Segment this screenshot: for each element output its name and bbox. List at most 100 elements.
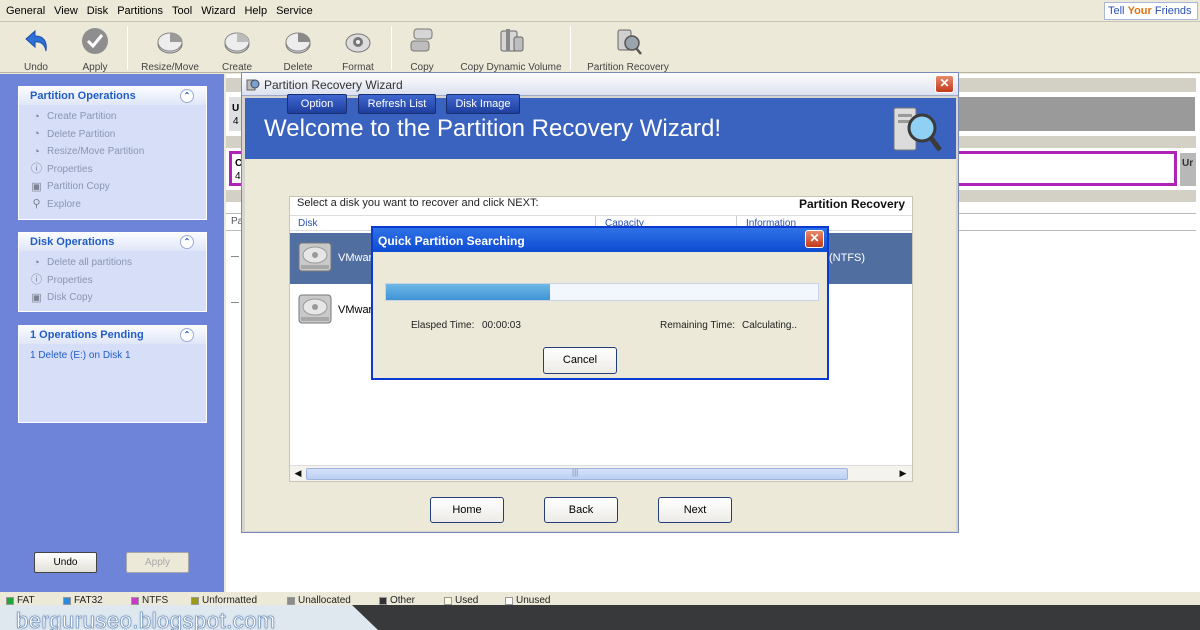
scrollbar-thumb[interactable]: ||| <box>306 468 848 480</box>
disk-label-number: 4 <box>235 171 241 182</box>
partition-operations-panel: Partition Operations ⌃ ◔ Create Partition … <box>18 86 207 220</box>
quick-partition-searching-dialog: Quick Partition Searching ✕ Elasped Time… <box>371 226 829 380</box>
disk-operations-panel: Disk Operations ⌃ ◔ Delete all partitions … <box>18 232 207 312</box>
home-button[interactable]: Home <box>430 497 504 523</box>
remaining-time-label: Remaining Time: <box>660 320 736 331</box>
next-button[interactable]: Next <box>658 497 732 523</box>
format-button[interactable]: Format <box>338 27 378 73</box>
option-button[interactable]: Option <box>287 94 347 114</box>
copy-button[interactable]: Copy <box>402 27 442 73</box>
partition-copy-label: Partition Copy <box>47 181 110 193</box>
menu-bar: General View Disk Partitions Tool Wizard… <box>0 0 1200 22</box>
pending-operations-header[interactable]: 1 Operations Pending ⌃ <box>19 326 206 344</box>
undo-label: Undo <box>24 62 48 73</box>
disk-operations-header[interactable]: Disk Operations ⌃ <box>19 233 206 251</box>
tell-your-friends-link[interactable]: Tell Your Friends <box>1104 2 1198 20</box>
menu-help[interactable]: Help <box>244 5 267 17</box>
legend-swatch <box>131 596 139 605</box>
unallocated-cell[interactable]: Ur <box>1180 153 1196 186</box>
disk-copy-label: Disk Copy <box>47 292 93 304</box>
tree-line <box>231 302 239 303</box>
partition-recovery-button[interactable]: Partition Recovery <box>584 27 672 73</box>
toolbar-separator <box>570 26 571 70</box>
hard-disk-icon <box>298 242 332 272</box>
menu-disk[interactable]: Disk <box>87 5 108 17</box>
explore-item[interactable]: ⚲ Explore <box>19 196 206 214</box>
refresh-list-button[interactable]: Refresh List <box>358 94 436 114</box>
undo-button-left[interactable]: Undo <box>34 552 97 573</box>
recovery-magnifier-icon <box>893 107 942 152</box>
menu-tool[interactable]: Tool <box>172 5 192 17</box>
collapse-chevron-icon[interactable]: ⌃ <box>180 89 194 103</box>
delete-all-partitions-label: Delete all partitions <box>47 257 133 269</box>
collapse-chevron-icon[interactable]: ⌃ <box>180 328 194 342</box>
scroll-left-arrow-icon[interactable]: ◀ <box>291 468 305 480</box>
scroll-right-arrow-icon[interactable]: ▶ <box>896 468 910 480</box>
copy-icon: ▣ <box>31 291 42 304</box>
ntfs-partition-bar[interactable] <box>955 151 1177 186</box>
column-disk[interactable]: Disk <box>298 218 317 229</box>
partition-recovery-icon <box>617 29 642 55</box>
resize-move-partition-item[interactable]: ◔ Resize/Move Partition <box>19 143 206 161</box>
disk-image-button[interactable]: Disk Image <box>446 94 520 114</box>
partition-operations-header[interactable]: Partition Operations ⌃ <box>19 87 206 105</box>
create-partition-label: Create Partition <box>47 111 117 123</box>
search-dialog-close-button[interactable]: ✕ <box>805 230 824 248</box>
menu-partitions[interactable]: Partitions <box>117 5 163 17</box>
toolbar-separator <box>127 26 128 70</box>
disk-properties-item[interactable]: ⓘ Properties <box>19 272 206 290</box>
collapse-chevron-icon[interactable]: ⌃ <box>180 235 194 249</box>
wizard-app-icon <box>246 79 260 91</box>
disk-copy-item[interactable]: ▣ Disk Copy <box>19 289 206 307</box>
disk-icon: ◔ <box>33 110 40 123</box>
delete-all-partitions-item[interactable]: ◔ Delete all partitions <box>19 254 206 272</box>
horizontal-scrollbar[interactable]: ◀ ||| ▶ <box>290 465 912 481</box>
undo-button[interactable]: Undo <box>16 27 56 73</box>
legend-swatch <box>444 596 452 605</box>
disk-delete-icon <box>285 32 311 54</box>
menu-view[interactable]: View <box>54 5 78 17</box>
wizard-header: Welcome to the Partition Recovery Wizard… <box>245 98 956 159</box>
tree-line <box>231 256 239 257</box>
legend-swatch <box>379 596 387 605</box>
toolbar: Undo Apply Resize/Move Create Delete For… <box>0 22 1200 73</box>
wizard-title: Partition Recovery Wizard <box>264 78 403 92</box>
apply-label: Apply <box>82 62 108 73</box>
disk-row-name: VMwar <box>338 304 373 316</box>
disk-label-number: 4 <box>233 116 239 127</box>
apply-button[interactable]: Apply <box>75 27 115 73</box>
delete-partition-label: Delete Partition <box>47 128 116 140</box>
partition-copy-item[interactable]: ▣ Partition Copy <box>19 178 206 196</box>
search-progress-bar <box>385 283 819 301</box>
pending-operation-item[interactable]: 1 Delete (E:) on Disk 1 <box>19 344 206 361</box>
resize-move-label: Resize/Move <box>141 62 199 73</box>
legend-swatch <box>6 596 14 605</box>
menu-service[interactable]: Service <box>276 5 313 17</box>
menu-general[interactable]: General <box>6 5 45 17</box>
delete-button[interactable]: Delete <box>278 27 318 73</box>
apply-button-left[interactable]: Apply <box>126 552 189 573</box>
remaining-time-value: Calculating.. <box>742 320 798 331</box>
blog-banner: berguruseo.blogspot.com <box>0 605 1200 630</box>
wizard-heading: Welcome to the Partition Recovery Wizard… <box>264 115 722 142</box>
menu-wizard[interactable]: Wizard <box>201 5 235 17</box>
disk-label-u: U <box>232 103 240 114</box>
create-button[interactable]: Create <box>217 27 257 73</box>
delete-partition-item[interactable]: ◔ Delete Partition <box>19 126 206 144</box>
legend-swatch <box>63 596 71 605</box>
copy-dynamic-volume-button[interactable]: Copy Dynamic Volume <box>459 27 563 73</box>
unallocated-region[interactable] <box>955 97 1195 131</box>
resize-move-button[interactable]: Resize/Move <box>138 27 202 73</box>
cancel-button[interactable]: Cancel <box>543 347 617 374</box>
disk-format-icon <box>345 33 371 53</box>
explore-icon: ⚲ <box>32 198 41 211</box>
checkmark-icon <box>82 28 108 54</box>
properties-item[interactable]: ⓘ Properties <box>19 161 206 179</box>
disk-icon: ◔ <box>33 256 40 269</box>
create-partition-item[interactable]: ◔ Create Partition <box>19 108 206 126</box>
undo-icon <box>25 29 47 52</box>
copy-icon: ▣ <box>31 180 42 193</box>
wizard-close-button[interactable]: ✕ <box>935 75 954 93</box>
tell-post: Friends <box>1151 5 1192 17</box>
back-button[interactable]: Back <box>544 497 618 523</box>
